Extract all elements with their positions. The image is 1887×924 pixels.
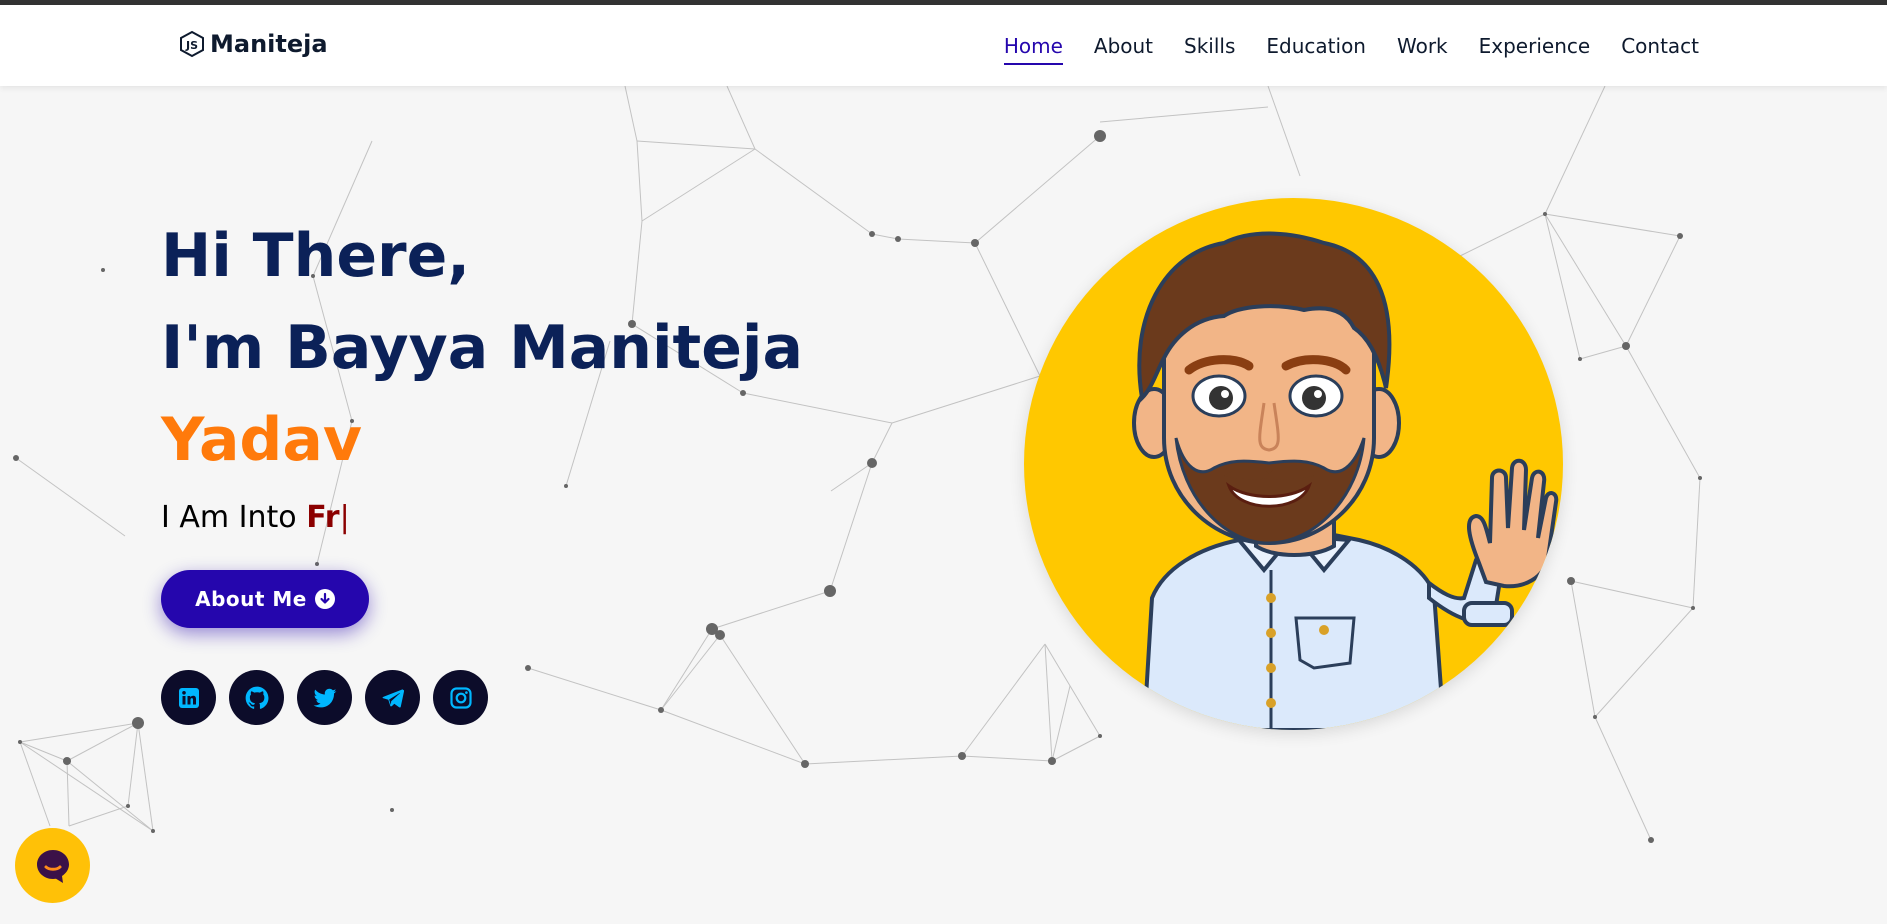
nav-about[interactable]: About	[1094, 28, 1153, 64]
navbar: JS Maniteja Home About Skills Education …	[0, 5, 1887, 86]
chat-bubble-icon	[36, 849, 69, 883]
telegram-icon	[382, 688, 404, 708]
hero-name: I'm Bayya Maniteja	[161, 313, 803, 383]
brand[interactable]: JS Maniteja	[178, 30, 328, 58]
nodejs-icon: JS	[180, 30, 204, 58]
typed-cursor: |	[339, 500, 350, 535]
nav-work[interactable]: Work	[1397, 28, 1448, 64]
nav-skills[interactable]: Skills	[1184, 28, 1235, 64]
github-link[interactable]	[229, 670, 284, 725]
hero-heading: Hi There, I'm Bayya Maniteja Yadav	[161, 210, 803, 486]
about-me-label: About Me	[195, 587, 307, 611]
hero-surname: Yadav	[161, 405, 362, 475]
typed-text: Fr	[306, 500, 340, 535]
arrow-circle-down-icon	[314, 589, 335, 609]
brand-name: Maniteja	[210, 30, 328, 58]
nav-home[interactable]: Home	[1003, 28, 1063, 65]
hero-greeting: Hi There,	[161, 221, 471, 291]
nav-experience[interactable]: Experience	[1479, 28, 1591, 64]
twitter-link[interactable]	[297, 670, 352, 725]
profile-avatar	[1024, 198, 1563, 730]
main-nav: Home About Skills Education Work Experie…	[973, 5, 1699, 86]
instagram-link[interactable]	[433, 670, 488, 725]
typed-intro: I Am Into Fr|	[161, 500, 350, 535]
telegram-link[interactable]	[365, 670, 420, 725]
social-links	[161, 670, 488, 725]
svg-text:JS: JS	[185, 39, 198, 52]
nav-contact[interactable]: Contact	[1621, 28, 1699, 64]
linkedin-icon	[178, 687, 199, 708]
github-icon	[245, 686, 268, 709]
nav-education[interactable]: Education	[1266, 28, 1366, 64]
about-me-button[interactable]: About Me	[161, 570, 369, 628]
bitmoji-avatar-image	[1132, 231, 1559, 730]
chat-widget-button[interactable]	[15, 828, 90, 903]
typed-prefix: I Am Into	[161, 500, 307, 535]
linkedin-link[interactable]	[161, 670, 216, 725]
instagram-icon	[449, 686, 472, 709]
twitter-icon	[313, 688, 336, 707]
